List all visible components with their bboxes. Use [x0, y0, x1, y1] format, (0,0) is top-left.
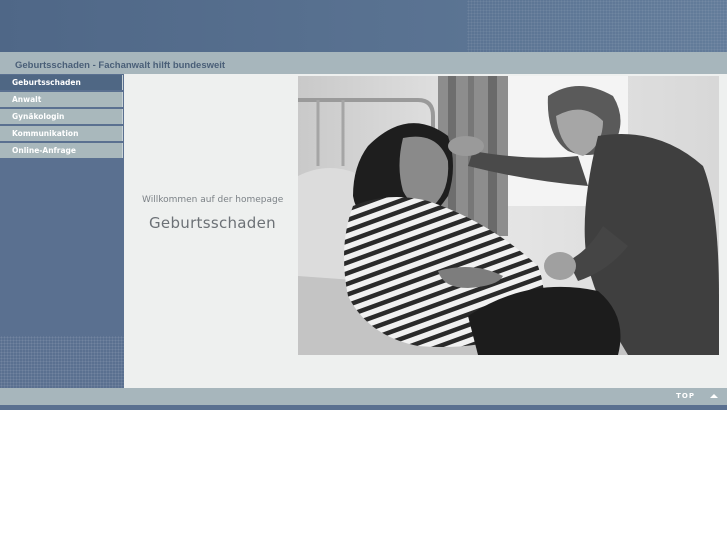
footer-bar: TOP [0, 388, 727, 405]
main-content: Willkommen auf der homepage Geburtsschad… [124, 74, 727, 388]
nav-item-geburtsschaden[interactable]: Geburtsschaden [0, 75, 123, 90]
sidebar-pattern [0, 336, 124, 388]
hero-photo [298, 76, 719, 355]
bottom-strip [0, 405, 727, 410]
header-banner [0, 0, 727, 52]
nav-item-kommunikation[interactable]: Kommunikation [0, 126, 123, 141]
header-pattern [467, 0, 727, 52]
welcome-text: Willkommen auf der homepage [142, 195, 284, 205]
nav-item-gynaekologin[interactable]: Gynäkologin [0, 109, 123, 124]
chevron-up-icon[interactable] [709, 392, 719, 400]
title-bar: Geburtsschaden - Fachanwalt hilft bundes… [0, 52, 727, 74]
nav-item-online-anfrage[interactable]: Online-Anfrage [0, 143, 123, 158]
hero-photo-illustration [298, 76, 719, 355]
main-navigation: Geburtsschaden Anwalt Gynäkologin Kommun… [0, 75, 124, 160]
site-title: Geburtsschaden - Fachanwalt hilft bundes… [15, 60, 226, 71]
page-heading: Geburtsschaden [149, 214, 276, 232]
nav-item-anwalt[interactable]: Anwalt [0, 92, 123, 107]
back-to-top-link[interactable]: TOP [676, 392, 695, 400]
sidebar: Geburtsschaden Anwalt Gynäkologin Kommun… [0, 74, 124, 388]
